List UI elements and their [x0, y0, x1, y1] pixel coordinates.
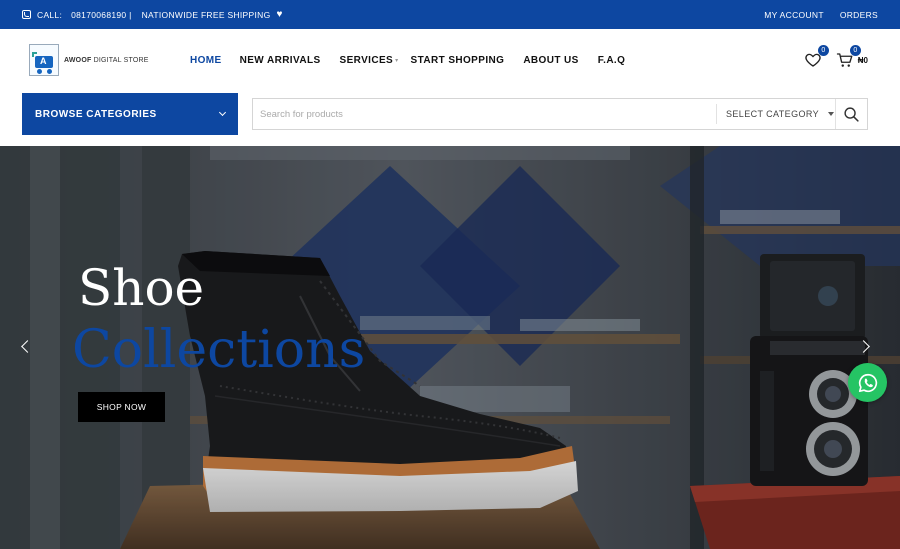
top-bar-links: MY ACCOUNT ORDERS [764, 10, 878, 20]
call-label: CALL: [37, 9, 63, 20]
phone-icon [22, 10, 31, 19]
main-nav: HOME NEW ARRIVALS SERVICES ▾ START SHOPPI… [190, 55, 625, 66]
whatsapp-chat-button[interactable] [848, 363, 887, 402]
browse-categories-label: BROWSE CATEGORIES [35, 108, 157, 120]
nav-start-shopping[interactable]: START SHOPPING [411, 55, 505, 66]
search-icon [844, 106, 859, 122]
nav-home[interactable]: HOME [190, 55, 222, 66]
shop-now-button[interactable]: SHOP NOW [78, 392, 165, 422]
site-logo[interactable]: A AWOOF DIGITAL STORE [29, 44, 149, 76]
heart-icon: ♥ [276, 8, 283, 20]
whatsapp-icon [858, 373, 877, 392]
search-button[interactable] [835, 99, 867, 129]
hero-title-line2: Collections [72, 320, 366, 380]
hero-slider: Shoe Collections SHOP NOW [0, 146, 900, 549]
nav-about-us[interactable]: ABOUT US [523, 55, 578, 66]
cart-count-badge: 0 [849, 45, 861, 56]
chevron-down-icon: ▾ [395, 58, 399, 64]
logo-cart-icon: A [29, 44, 59, 76]
wishlist-button[interactable]: 0 [804, 45, 829, 69]
nav-new-arrivals[interactable]: NEW ARRIVALS [240, 55, 321, 66]
search-input[interactable] [253, 99, 713, 129]
header-icons: 0 0 ₦0 [804, 45, 868, 69]
hero-title-line1: Shoe [78, 259, 205, 317]
my-account-link[interactable]: MY ACCOUNT [764, 10, 824, 20]
nav-services[interactable]: SERVICES [340, 55, 394, 66]
shipping-notice: NATIONWIDE FREE SHIPPING [141, 9, 271, 20]
category-select[interactable]: SELECT CATEGORY [716, 104, 835, 124]
cart-button[interactable]: 0 [836, 45, 861, 69]
chevron-down-icon [218, 108, 227, 117]
logo-text: AWOOF DIGITAL STORE [64, 56, 149, 64]
nav-faq[interactable]: F.A.Q [598, 55, 626, 66]
nav-services-wrap[interactable]: SERVICES ▾ [340, 55, 399, 66]
search-bar: SELECT CATEGORY [252, 98, 868, 130]
top-bar-contact: CALL: 08170068190 | NATIONWIDE FREE SHIP… [22, 8, 283, 20]
phone-number[interactable]: 08170068190 | [71, 10, 131, 20]
orders-link[interactable]: ORDERS [840, 10, 878, 20]
top-bar: CALL: 08170068190 | NATIONWIDE FREE SHIP… [0, 0, 900, 29]
header: A AWOOF DIGITAL STORE HOME NEW ARRIVALS … [0, 29, 900, 93]
wishlist-count-badge: 0 [817, 45, 829, 56]
browse-categories-button[interactable]: BROWSE CATEGORIES [22, 93, 238, 135]
category-select-value: SELECT CATEGORY [726, 109, 820, 119]
cart-total[interactable]: ₦0 [858, 56, 868, 65]
dropdown-arrow-icon [828, 112, 835, 116]
